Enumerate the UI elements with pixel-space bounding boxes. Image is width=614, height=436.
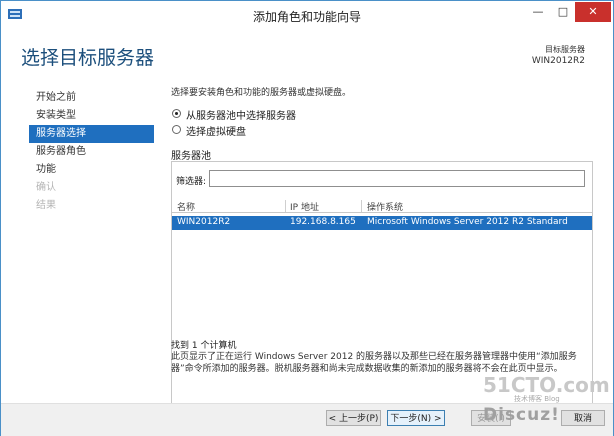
target-server-label: 目标服务器 [545, 45, 585, 54]
nav-item-installation-type[interactable]: 安装类型 [29, 107, 154, 125]
nav-item-features[interactable]: 功能 [29, 161, 154, 179]
radio-virtual-disk-label: 选择虚拟硬盘 [186, 127, 246, 138]
radio-checked-icon[interactable] [172, 109, 181, 118]
column-header-ip[interactable]: IP 地址 [290, 200, 319, 213]
column-separator[interactable] [361, 200, 362, 212]
nav-item-server-selection[interactable]: 服务器选择 [29, 125, 154, 143]
column-header-os[interactable]: 操作系统 [367, 200, 403, 213]
wizard-window: 添加角色和功能向导 — □ ✕ 选择目标服务器 目标服务器 WIN2012R2 … [0, 0, 614, 436]
column-separator[interactable] [285, 200, 286, 212]
window-title: 添加角色和功能向导 [252, 10, 361, 24]
radio-server-pool-label: 从服务器池中选择服务器 [186, 111, 296, 122]
cell-os: Microsoft Windows Server 2012 R2 Standar… [367, 217, 568, 227]
previous-button[interactable]: < 上一步(P) [326, 410, 381, 426]
next-button[interactable]: 下一步(N) > [387, 410, 445, 426]
cancel-button[interactable]: 取消 [561, 410, 605, 426]
watermark-blog: 技术博客 Blog [514, 395, 560, 403]
page-title: 选择目标服务器 [21, 47, 155, 69]
filter-label: 筛选器: [176, 177, 207, 187]
found-count: 找到 1 个计算机 [171, 341, 237, 351]
title-bar: 添加角色和功能向导 — □ ✕ [1, 1, 613, 29]
server-pool-heading: 服务器池 [171, 151, 211, 162]
column-header-name[interactable]: 名称 [177, 200, 195, 213]
instruction-text: 选择要安装角色和功能的服务器或虚拟硬盘。 [171, 88, 352, 98]
table-row[interactable]: WIN2012R2 192.168.8.165 Microsoft Window… [172, 216, 592, 230]
nav-item-confirmation: 确认 [36, 182, 56, 193]
cell-ip: 192.168.8.165 [290, 217, 356, 227]
filter-input[interactable] [209, 170, 585, 187]
table-header: 名称 IP 地址 操作系统 [172, 198, 592, 213]
cell-name: WIN2012R2 [177, 217, 231, 227]
close-button[interactable]: ✕ [575, 2, 611, 22]
nav-item-results: 结果 [36, 200, 56, 211]
radio-unchecked-icon[interactable] [172, 125, 181, 134]
description-text: 此页显示了正在运行 Windows Server 2012 的服务器以及那些已经… [171, 352, 577, 374]
nav-item-before-you-begin[interactable]: 开始之前 [29, 89, 154, 107]
maximize-button[interactable]: □ [551, 2, 575, 22]
wizard-nav: 开始之前 安装类型 服务器选择 服务器角色 功能 确认 结果 [29, 89, 154, 215]
target-server-name: WIN2012R2 [531, 56, 585, 66]
minimize-button[interactable]: — [525, 2, 551, 22]
watermark-discuz: Discuz! [483, 405, 560, 425]
nav-item-server-roles[interactable]: 服务器角色 [29, 143, 154, 161]
content-panel: 选择要安装角色和功能的服务器或虚拟硬盘。 从服务器池中选择服务器 选择虚拟硬盘 … [171, 85, 593, 421]
